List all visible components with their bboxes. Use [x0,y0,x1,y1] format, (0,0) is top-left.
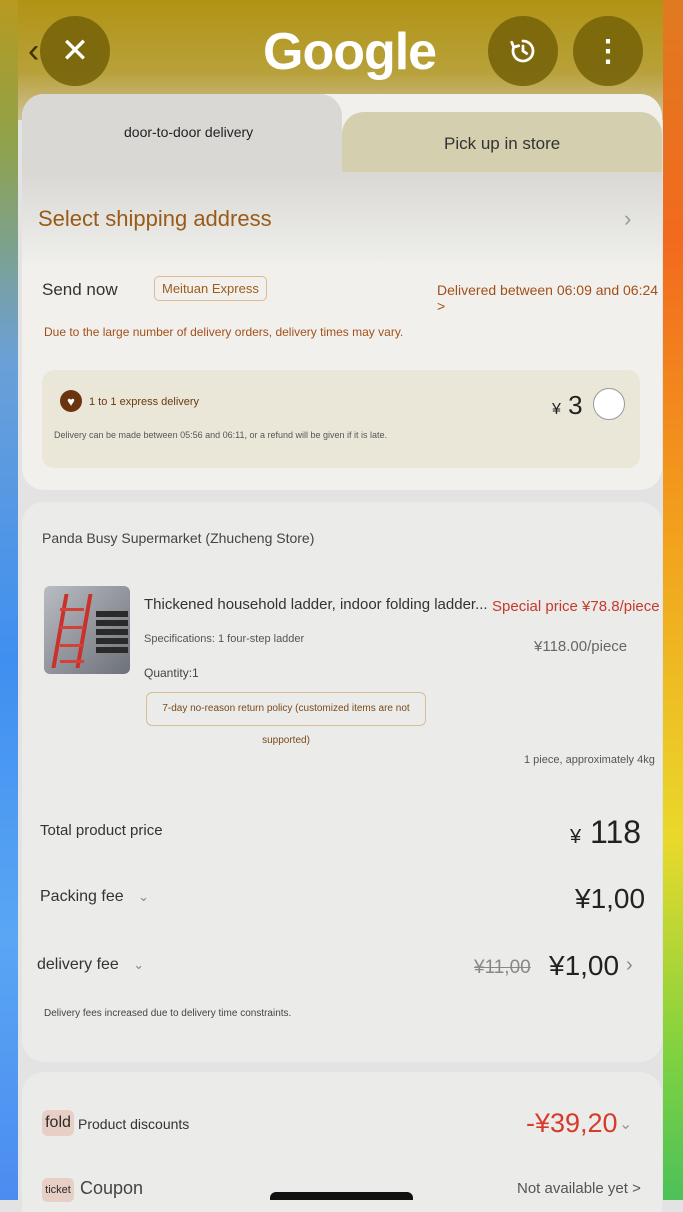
product-discounts-value: -¥39,20 [526,1108,618,1138]
tab-label-pickup: Pick up in store [444,134,561,153]
product-tag-stripes [96,608,128,656]
gesture-home-bar[interactable] [270,1192,413,1200]
total-amount: 118 [590,814,642,850]
select-shipping-address[interactable]: Select shipping address [38,206,272,232]
delivery-fee-row[interactable]: delivery fee ⌄ [37,956,144,974]
special-price: Special price ¥78.8/piece [492,598,660,615]
product-thumbnail[interactable] [44,586,130,674]
close-button[interactable]: ✕ [40,16,110,86]
history-button[interactable] [488,16,558,86]
express-radio-button[interactable] [593,388,625,420]
delivery-fee-new: ¥1,00 [549,950,620,981]
left-edge-glow [0,0,18,1200]
product-quantity: Quantity:1 [144,666,199,680]
delivery-fee-note: Delivery fees increased due to delivery … [44,1008,292,1019]
order-card: Panda Busy Supermarket (Zhucheng Store) … [22,502,662,1062]
ticket-icon: ticket [42,1178,74,1202]
delivery-vary-note: Due to the large number of delivery orde… [44,325,404,339]
product-spec: Specifications: 1 four-step ladder [144,633,305,645]
ladder-image [51,594,93,668]
coupon-status[interactable]: Not available yet > [517,1180,641,1197]
chevron-down-icon[interactable]: ⌄ [619,1114,632,1134]
more-vert-icon: ⋮ [593,34,623,68]
express-delivery-option[interactable]: ♥ 1 to 1 express delivery Delivery can b… [42,370,640,468]
original-price: ¥118.00/piece [534,638,628,655]
right-edge-glow [663,0,683,1200]
history-icon [510,39,535,63]
delivery-fee-old: ¥11,00 [474,957,531,978]
express-subtitle: Delivery can be made between 05:56 and 0… [54,430,388,440]
product-name[interactable]: Thickened household ladder, indoor foldi… [144,596,488,613]
total-price-value: ¥ 118 [570,814,641,851]
tab-label-delivery: door-to-door delivery [124,124,254,140]
coupon-label[interactable]: Coupon [80,1178,143,1199]
currency-symbol: ¥ [570,826,582,848]
product-discounts-label[interactable]: Product discounts [78,1116,189,1132]
currency-symbol: ¥ [552,401,561,418]
fold-icon: fold [42,1110,74,1136]
product-weight: 1 piece, approximately 4kg [524,754,655,766]
more-options-button[interactable]: ⋮ [573,16,643,86]
courier-badge: Meituan Express [154,276,267,301]
google-logo: Google [263,23,437,81]
delivery-card: door-to-door delivery Pick up in store S… [22,94,662,490]
chevron-down-icon[interactable]: ⌄ [138,889,149,905]
store-name[interactable]: Panda Busy Supermarket (Zhucheng Store) [42,530,314,546]
return-policy-badge: 7-day no-reason return policy (customize… [146,692,426,746]
express-title: 1 to 1 express delivery [89,396,200,408]
chevron-down-icon[interactable]: ⌄ [133,957,144,973]
express-price-value: 3 [568,390,583,420]
total-price-label: Total product price [40,822,163,839]
packing-fee-row[interactable]: Packing fee ⌄ [40,888,149,906]
packing-fee-label: Packing fee [40,888,124,905]
send-now-label: Send now [42,280,118,299]
chevron-right-icon[interactable]: › [626,954,633,977]
discounts-card: fold Product discounts -¥39,20 ⌄ ticket … [22,1072,662,1212]
close-icon: ✕ [60,32,90,70]
packing-fee-value: ¥1,00 [575,883,646,914]
delivery-fee-label: delivery fee [37,956,119,973]
heart-badge-icon: ♥ [60,390,82,412]
delivery-window-link[interactable]: Delivered between 06:09 and 06:24 > [437,282,662,314]
chevron-right-icon[interactable]: › [624,206,631,232]
express-price: ¥ 3 [552,390,583,421]
back-chevron-icon[interactable]: ‹ [28,32,39,71]
